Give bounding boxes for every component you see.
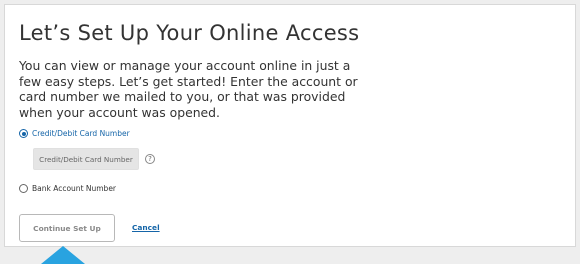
page-title: Let’s Set Up Your Online Access bbox=[19, 21, 360, 45]
continue-setup-button[interactable]: Continue Set Up bbox=[19, 214, 115, 242]
question-circle-icon[interactable]: ? bbox=[145, 154, 155, 164]
bank-account-option-label: Bank Account Number bbox=[32, 184, 117, 193]
bank-account-radio[interactable] bbox=[19, 184, 28, 193]
page-description: You can view or manage your account onli… bbox=[19, 58, 358, 120]
card-number-option[interactable]: Credit/Debit Card Number bbox=[19, 129, 130, 138]
card-number-option-label: Credit/Debit Card Number bbox=[32, 129, 130, 138]
cancel-link[interactable]: Cancel bbox=[132, 223, 160, 232]
bank-account-option[interactable]: Bank Account Number bbox=[19, 184, 116, 193]
card-number-input[interactable] bbox=[33, 148, 139, 170]
pointer-arrow-icon bbox=[41, 246, 85, 264]
setup-card: Let’s Set Up Your Online Access You can … bbox=[4, 4, 576, 247]
card-number-radio[interactable] bbox=[19, 129, 28, 138]
